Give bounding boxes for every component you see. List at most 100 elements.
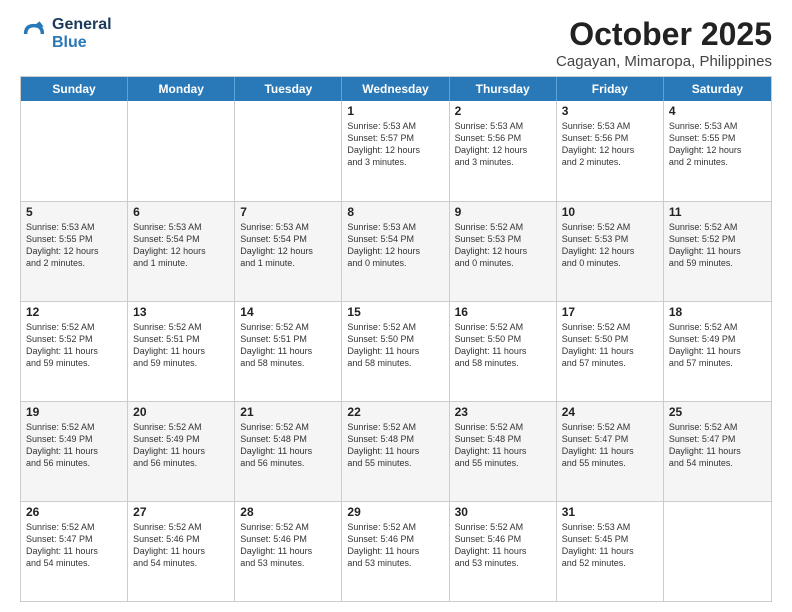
calendar-cell: 2Sunrise: 5:53 AM Sunset: 5:56 PM Daylig…	[450, 101, 557, 201]
location-subtitle: Cagayan, Mimaropa, Philippines	[556, 53, 772, 70]
day-number: 22	[347, 405, 443, 419]
day-info: Sunrise: 5:52 AM Sunset: 5:53 PM Dayligh…	[455, 221, 551, 270]
day-info: Sunrise: 5:53 AM Sunset: 5:56 PM Dayligh…	[562, 120, 658, 169]
day-number: 4	[669, 104, 766, 118]
day-number: 25	[669, 405, 766, 419]
weekday-header: Wednesday	[342, 77, 449, 101]
day-number: 26	[26, 505, 122, 519]
weekday-header: Thursday	[450, 77, 557, 101]
calendar-cell: 30 Sunrise: 5:52 AM Sunset: 5:46 PM Dayli…	[450, 502, 557, 601]
calendar-cell: 14Sunrise: 5:52 AM Sunset: 5:51 PM Dayli…	[235, 302, 342, 401]
page: General Blue October 2025 Cagayan, Mimar…	[0, 0, 792, 612]
day-info: Sunrise: 5:52 AM Sunset: 5:48 PM Dayligh…	[455, 421, 551, 470]
calendar-cell: 15 Sunrise: 5:52 AM Sunset: 5:50 PM Dayli…	[342, 302, 449, 401]
day-info: Sunrise: 5:52 AM Sunset: 5:47 PM Dayligh…	[26, 521, 122, 570]
logo-text: General Blue	[52, 16, 112, 52]
day-number: 7	[240, 205, 336, 219]
calendar: SundayMondayTuesdayWednesdayThursdayFrid…	[20, 76, 772, 602]
weekday-header: Monday	[128, 77, 235, 101]
day-info: Sunrise: 5:52 AM Sunset: 5:48 PM Dayligh…	[240, 421, 336, 470]
day-info: Sunrise: 5:52 AM Sunset: 5:47 PM Dayligh…	[562, 421, 658, 470]
day-number: 1	[347, 104, 443, 118]
month-title: October 2025	[556, 16, 772, 53]
day-info: Sunrise: 5:53 AM Sunset: 5:54 PM Dayligh…	[133, 221, 229, 270]
day-info: Sunrise: 5:52 AM Sunset: 5:48 PM Dayligh…	[347, 421, 443, 470]
day-info: Sunrise: 5:52 AM Sunset: 5:46 PM Dayligh…	[455, 521, 551, 570]
day-number: 17	[562, 305, 658, 319]
day-number: 11	[669, 205, 766, 219]
calendar-cell: 9Sunrise: 5:52 AM Sunset: 5:53 PM Daylig…	[450, 202, 557, 301]
logo: General Blue	[20, 16, 112, 52]
day-info: Sunrise: 5:53 AM Sunset: 5:55 PM Dayligh…	[669, 120, 766, 169]
calendar-cell	[664, 502, 771, 601]
logo-icon	[20, 20, 48, 48]
day-number: 6	[133, 205, 229, 219]
calendar-week: 12 Sunrise: 5:52 AM Sunset: 5:52 PM Dayli…	[21, 301, 771, 401]
day-number: 30	[455, 505, 551, 519]
calendar-cell: 11 Sunrise: 5:52 AM Sunset: 5:52 PM Dayli…	[664, 202, 771, 301]
day-info: Sunrise: 5:52 AM Sunset: 5:51 PM Dayligh…	[133, 321, 229, 370]
calendar-body: 1 Sunrise: 5:53 AM Sunset: 5:57 PM Daylig…	[21, 101, 771, 601]
day-number: 15	[347, 305, 443, 319]
header: General Blue October 2025 Cagayan, Mimar…	[20, 16, 772, 70]
day-number: 5	[26, 205, 122, 219]
day-info: Sunrise: 5:52 AM Sunset: 5:52 PM Dayligh…	[669, 221, 766, 270]
day-info: Sunrise: 5:52 AM Sunset: 5:52 PM Dayligh…	[26, 321, 122, 370]
calendar-week: 1 Sunrise: 5:53 AM Sunset: 5:57 PM Daylig…	[21, 101, 771, 201]
day-info: Sunrise: 5:52 AM Sunset: 5:50 PM Dayligh…	[455, 321, 551, 370]
calendar-cell: 4 Sunrise: 5:53 AM Sunset: 5:55 PM Daylig…	[664, 101, 771, 201]
calendar-cell: 28Sunrise: 5:52 AM Sunset: 5:46 PM Dayli…	[235, 502, 342, 601]
day-number: 19	[26, 405, 122, 419]
calendar-cell: 16 Sunrise: 5:52 AM Sunset: 5:50 PM Dayli…	[450, 302, 557, 401]
calendar-cell: 19Sunrise: 5:52 AM Sunset: 5:49 PM Dayli…	[21, 402, 128, 501]
calendar-cell: 13 Sunrise: 5:52 AM Sunset: 5:51 PM Dayli…	[128, 302, 235, 401]
day-info: Sunrise: 5:52 AM Sunset: 5:46 PM Dayligh…	[240, 521, 336, 570]
calendar-cell	[21, 101, 128, 201]
day-info: Sunrise: 5:53 AM Sunset: 5:54 PM Dayligh…	[240, 221, 336, 270]
calendar-cell: 12 Sunrise: 5:52 AM Sunset: 5:52 PM Dayli…	[21, 302, 128, 401]
calendar-cell: 21 Sunrise: 5:52 AM Sunset: 5:48 PM Dayli…	[235, 402, 342, 501]
calendar-cell: 31Sunrise: 5:53 AM Sunset: 5:45 PM Dayli…	[557, 502, 664, 601]
calendar-cell	[235, 101, 342, 201]
day-info: Sunrise: 5:52 AM Sunset: 5:47 PM Dayligh…	[669, 421, 766, 470]
calendar-week: 19Sunrise: 5:52 AM Sunset: 5:49 PM Dayli…	[21, 401, 771, 501]
calendar-cell: 20Sunrise: 5:52 AM Sunset: 5:49 PM Dayli…	[128, 402, 235, 501]
day-info: Sunrise: 5:53 AM Sunset: 5:45 PM Dayligh…	[562, 521, 658, 570]
calendar-week: 26 Sunrise: 5:52 AM Sunset: 5:47 PM Dayli…	[21, 501, 771, 601]
calendar-cell: 29Sunrise: 5:52 AM Sunset: 5:46 PM Dayli…	[342, 502, 449, 601]
day-info: Sunrise: 5:53 AM Sunset: 5:55 PM Dayligh…	[26, 221, 122, 270]
weekday-header: Saturday	[664, 77, 771, 101]
day-number: 12	[26, 305, 122, 319]
day-info: Sunrise: 5:53 AM Sunset: 5:57 PM Dayligh…	[347, 120, 443, 169]
day-number: 18	[669, 305, 766, 319]
day-number: 20	[133, 405, 229, 419]
day-number: 23	[455, 405, 551, 419]
calendar-cell: 10Sunrise: 5:52 AM Sunset: 5:53 PM Dayli…	[557, 202, 664, 301]
day-number: 27	[133, 505, 229, 519]
weekday-header: Tuesday	[235, 77, 342, 101]
day-number: 3	[562, 104, 658, 118]
calendar-header: SundayMondayTuesdayWednesdayThursdayFrid…	[21, 77, 771, 101]
calendar-cell: 17 Sunrise: 5:52 AM Sunset: 5:50 PM Dayli…	[557, 302, 664, 401]
day-number: 24	[562, 405, 658, 419]
day-number: 16	[455, 305, 551, 319]
day-info: Sunrise: 5:52 AM Sunset: 5:46 PM Dayligh…	[133, 521, 229, 570]
day-number: 14	[240, 305, 336, 319]
day-info: Sunrise: 5:53 AM Sunset: 5:54 PM Dayligh…	[347, 221, 443, 270]
calendar-cell: 25 Sunrise: 5:52 AM Sunset: 5:47 PM Dayli…	[664, 402, 771, 501]
day-number: 21	[240, 405, 336, 419]
day-number: 13	[133, 305, 229, 319]
calendar-week: 5 Sunrise: 5:53 AM Sunset: 5:55 PM Daylig…	[21, 201, 771, 301]
calendar-cell: 1 Sunrise: 5:53 AM Sunset: 5:57 PM Daylig…	[342, 101, 449, 201]
weekday-header: Sunday	[21, 77, 128, 101]
day-info: Sunrise: 5:53 AM Sunset: 5:56 PM Dayligh…	[455, 120, 551, 169]
calendar-cell: 6 Sunrise: 5:53 AM Sunset: 5:54 PM Daylig…	[128, 202, 235, 301]
calendar-cell: 24 Sunrise: 5:52 AM Sunset: 5:47 PM Dayli…	[557, 402, 664, 501]
day-info: Sunrise: 5:52 AM Sunset: 5:50 PM Dayligh…	[347, 321, 443, 370]
day-info: Sunrise: 5:52 AM Sunset: 5:50 PM Dayligh…	[562, 321, 658, 370]
calendar-cell: 22 Sunrise: 5:52 AM Sunset: 5:48 PM Dayli…	[342, 402, 449, 501]
calendar-cell: 26 Sunrise: 5:52 AM Sunset: 5:47 PM Dayli…	[21, 502, 128, 601]
calendar-cell: 7 Sunrise: 5:53 AM Sunset: 5:54 PM Daylig…	[235, 202, 342, 301]
calendar-cell: 27 Sunrise: 5:52 AM Sunset: 5:46 PM Dayli…	[128, 502, 235, 601]
calendar-cell: 5 Sunrise: 5:53 AM Sunset: 5:55 PM Daylig…	[21, 202, 128, 301]
